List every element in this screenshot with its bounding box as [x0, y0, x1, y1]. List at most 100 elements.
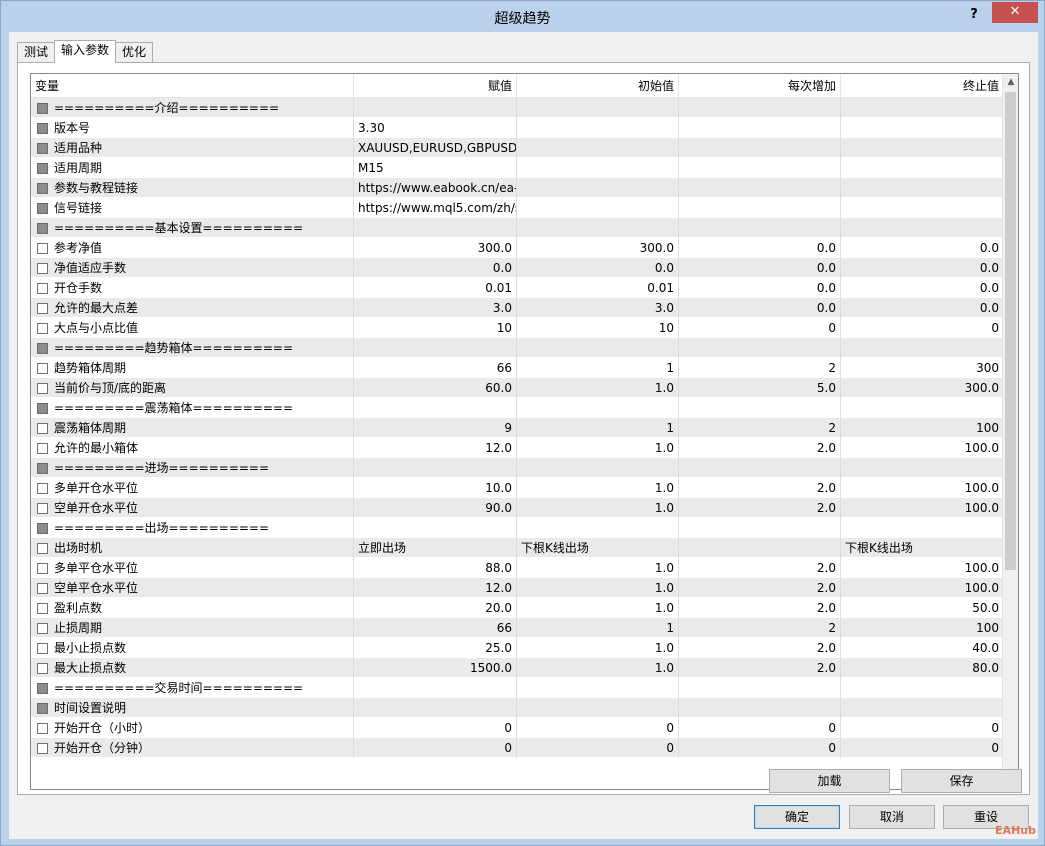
stop-cell[interactable]: 0.0 [841, 238, 1004, 258]
optimize-checkbox[interactable] [37, 322, 48, 334]
start-cell[interactable] [517, 178, 679, 198]
stop-cell[interactable]: 100.0 [841, 478, 1004, 498]
stop-cell[interactable] [841, 338, 1004, 358]
optimize-checkbox[interactable] [37, 522, 48, 534]
step-cell[interactable]: 2 [679, 618, 841, 638]
value-cell[interactable] [354, 98, 517, 118]
header-value[interactable]: 赋值 [354, 74, 517, 98]
optimize-checkbox[interactable] [37, 542, 48, 554]
table-row[interactable]: 净值适应手数 0.0 0.0 0.0 0.0 [31, 258, 1004, 278]
optimize-checkbox[interactable] [37, 622, 48, 634]
stop-cell[interactable] [841, 198, 1004, 218]
stop-cell[interactable] [841, 158, 1004, 178]
value-cell[interactable]: 20.0 [354, 598, 517, 618]
step-cell[interactable]: 2.0 [679, 598, 841, 618]
value-cell[interactable]: 9 [354, 418, 517, 438]
stop-cell[interactable]: 40.0 [841, 638, 1004, 658]
start-cell[interactable]: 1 [517, 418, 679, 438]
save-button[interactable]: 保存 [901, 769, 1022, 793]
optimize-checkbox[interactable] [37, 482, 48, 494]
step-cell[interactable]: 0.0 [679, 278, 841, 298]
start-cell[interactable]: 下根K线出场 [517, 538, 679, 558]
start-cell[interactable]: 300.0 [517, 238, 679, 258]
table-row[interactable]: 时间设置说明 [31, 698, 1004, 718]
table-row[interactable]: 允许的最大点差 3.0 3.0 0.0 0.0 [31, 298, 1004, 318]
stop-cell[interactable]: 100.0 [841, 558, 1004, 578]
start-cell[interactable]: 1.0 [517, 598, 679, 618]
start-cell[interactable]: 1 [517, 358, 679, 378]
optimize-checkbox[interactable] [37, 442, 48, 454]
start-cell[interactable] [517, 218, 679, 238]
optimize-checkbox[interactable] [37, 562, 48, 574]
optimize-checkbox[interactable] [37, 362, 48, 374]
table-row[interactable]: ==========基本设置========== [31, 218, 1004, 238]
table-row[interactable]: 空单平仓水平位 12.0 1.0 2.0 100.0 [31, 578, 1004, 598]
value-cell[interactable] [354, 338, 517, 358]
optimize-checkbox[interactable] [37, 122, 48, 134]
stop-cell[interactable]: 下根K线出场 [841, 538, 1004, 558]
optimize-checkbox[interactable] [37, 382, 48, 394]
start-cell[interactable] [517, 198, 679, 218]
value-cell[interactable]: 10 [354, 318, 517, 338]
stop-cell[interactable] [841, 118, 1004, 138]
step-cell[interactable]: 2.0 [679, 558, 841, 578]
step-cell[interactable]: 0.0 [679, 258, 841, 278]
table-row[interactable]: 参考净值 300.0 300.0 0.0 0.0 [31, 238, 1004, 258]
stop-cell[interactable]: 0.0 [841, 298, 1004, 318]
step-cell[interactable] [679, 538, 841, 558]
vertical-scrollbar[interactable]: ▲ ▼ [1002, 74, 1018, 789]
optimize-checkbox[interactable] [37, 422, 48, 434]
optimize-checkbox[interactable] [37, 702, 48, 714]
step-cell[interactable] [679, 218, 841, 238]
value-cell[interactable]: 0 [354, 738, 517, 758]
optimize-checkbox[interactable] [37, 262, 48, 274]
step-cell[interactable]: 2 [679, 358, 841, 378]
step-cell[interactable] [679, 398, 841, 418]
table-row[interactable]: 开始开仓（小时） 0 0 0 0 [31, 718, 1004, 738]
stop-cell[interactable] [841, 678, 1004, 698]
header-step[interactable]: 每次增加 [679, 74, 841, 98]
step-cell[interactable] [679, 678, 841, 698]
table-row[interactable]: 参数与教程链接 https://www.eabook.cn/ea-224-1-1.… [31, 178, 1004, 198]
optimize-checkbox[interactable] [37, 222, 48, 234]
table-row[interactable]: 多单平仓水平位 88.0 1.0 2.0 100.0 [31, 558, 1004, 578]
step-cell[interactable]: 2.0 [679, 498, 841, 518]
start-cell[interactable]: 1.0 [517, 558, 679, 578]
stop-cell[interactable]: 300 [841, 358, 1004, 378]
step-cell[interactable] [679, 458, 841, 478]
stop-cell[interactable] [841, 698, 1004, 718]
value-cell[interactable]: https://www.mql5.com/zh/signals/396812 [354, 198, 517, 218]
value-cell[interactable]: 12.0 [354, 578, 517, 598]
optimize-checkbox[interactable] [37, 602, 48, 614]
step-cell[interactable]: 0.0 [679, 298, 841, 318]
table-row[interactable]: 开仓手数 0.01 0.01 0.0 0.0 [31, 278, 1004, 298]
stop-cell[interactable] [841, 458, 1004, 478]
start-cell[interactable]: 0 [517, 738, 679, 758]
start-cell[interactable] [517, 118, 679, 138]
table-row[interactable]: 当前价与顶/底的距离 60.0 1.0 5.0 300.0 [31, 378, 1004, 398]
step-cell[interactable]: 0 [679, 318, 841, 338]
table-row[interactable]: 适用品种 XAUUSD,EURUSD,GBPUSD,GBPJPY,USDJPY,N… [31, 138, 1004, 158]
stop-cell[interactable]: 0.0 [841, 278, 1004, 298]
start-cell[interactable]: 0.01 [517, 278, 679, 298]
header-stop[interactable]: 终止值 [841, 74, 1004, 98]
step-cell[interactable]: 2.0 [679, 658, 841, 678]
step-cell[interactable] [679, 178, 841, 198]
stop-cell[interactable]: 100.0 [841, 578, 1004, 598]
step-cell[interactable]: 2.0 [679, 478, 841, 498]
stop-cell[interactable]: 0 [841, 718, 1004, 738]
start-cell[interactable]: 1.0 [517, 478, 679, 498]
table-row[interactable]: 空单开仓水平位 90.0 1.0 2.0 100.0 [31, 498, 1004, 518]
step-cell[interactable] [679, 198, 841, 218]
value-cell[interactable]: 25.0 [354, 638, 517, 658]
table-row[interactable]: 出场时机 立即出场 下根K线出场 下根K线出场 [31, 538, 1004, 558]
value-cell[interactable] [354, 678, 517, 698]
start-cell[interactable] [517, 518, 679, 538]
step-cell[interactable]: 2 [679, 418, 841, 438]
optimize-checkbox[interactable] [37, 302, 48, 314]
cancel-button[interactable]: 取消 [849, 805, 935, 829]
optimize-checkbox[interactable] [37, 402, 48, 414]
stop-cell[interactable] [841, 518, 1004, 538]
optimize-checkbox[interactable] [37, 182, 48, 194]
table-row[interactable]: 适用周期 M15 [31, 158, 1004, 178]
